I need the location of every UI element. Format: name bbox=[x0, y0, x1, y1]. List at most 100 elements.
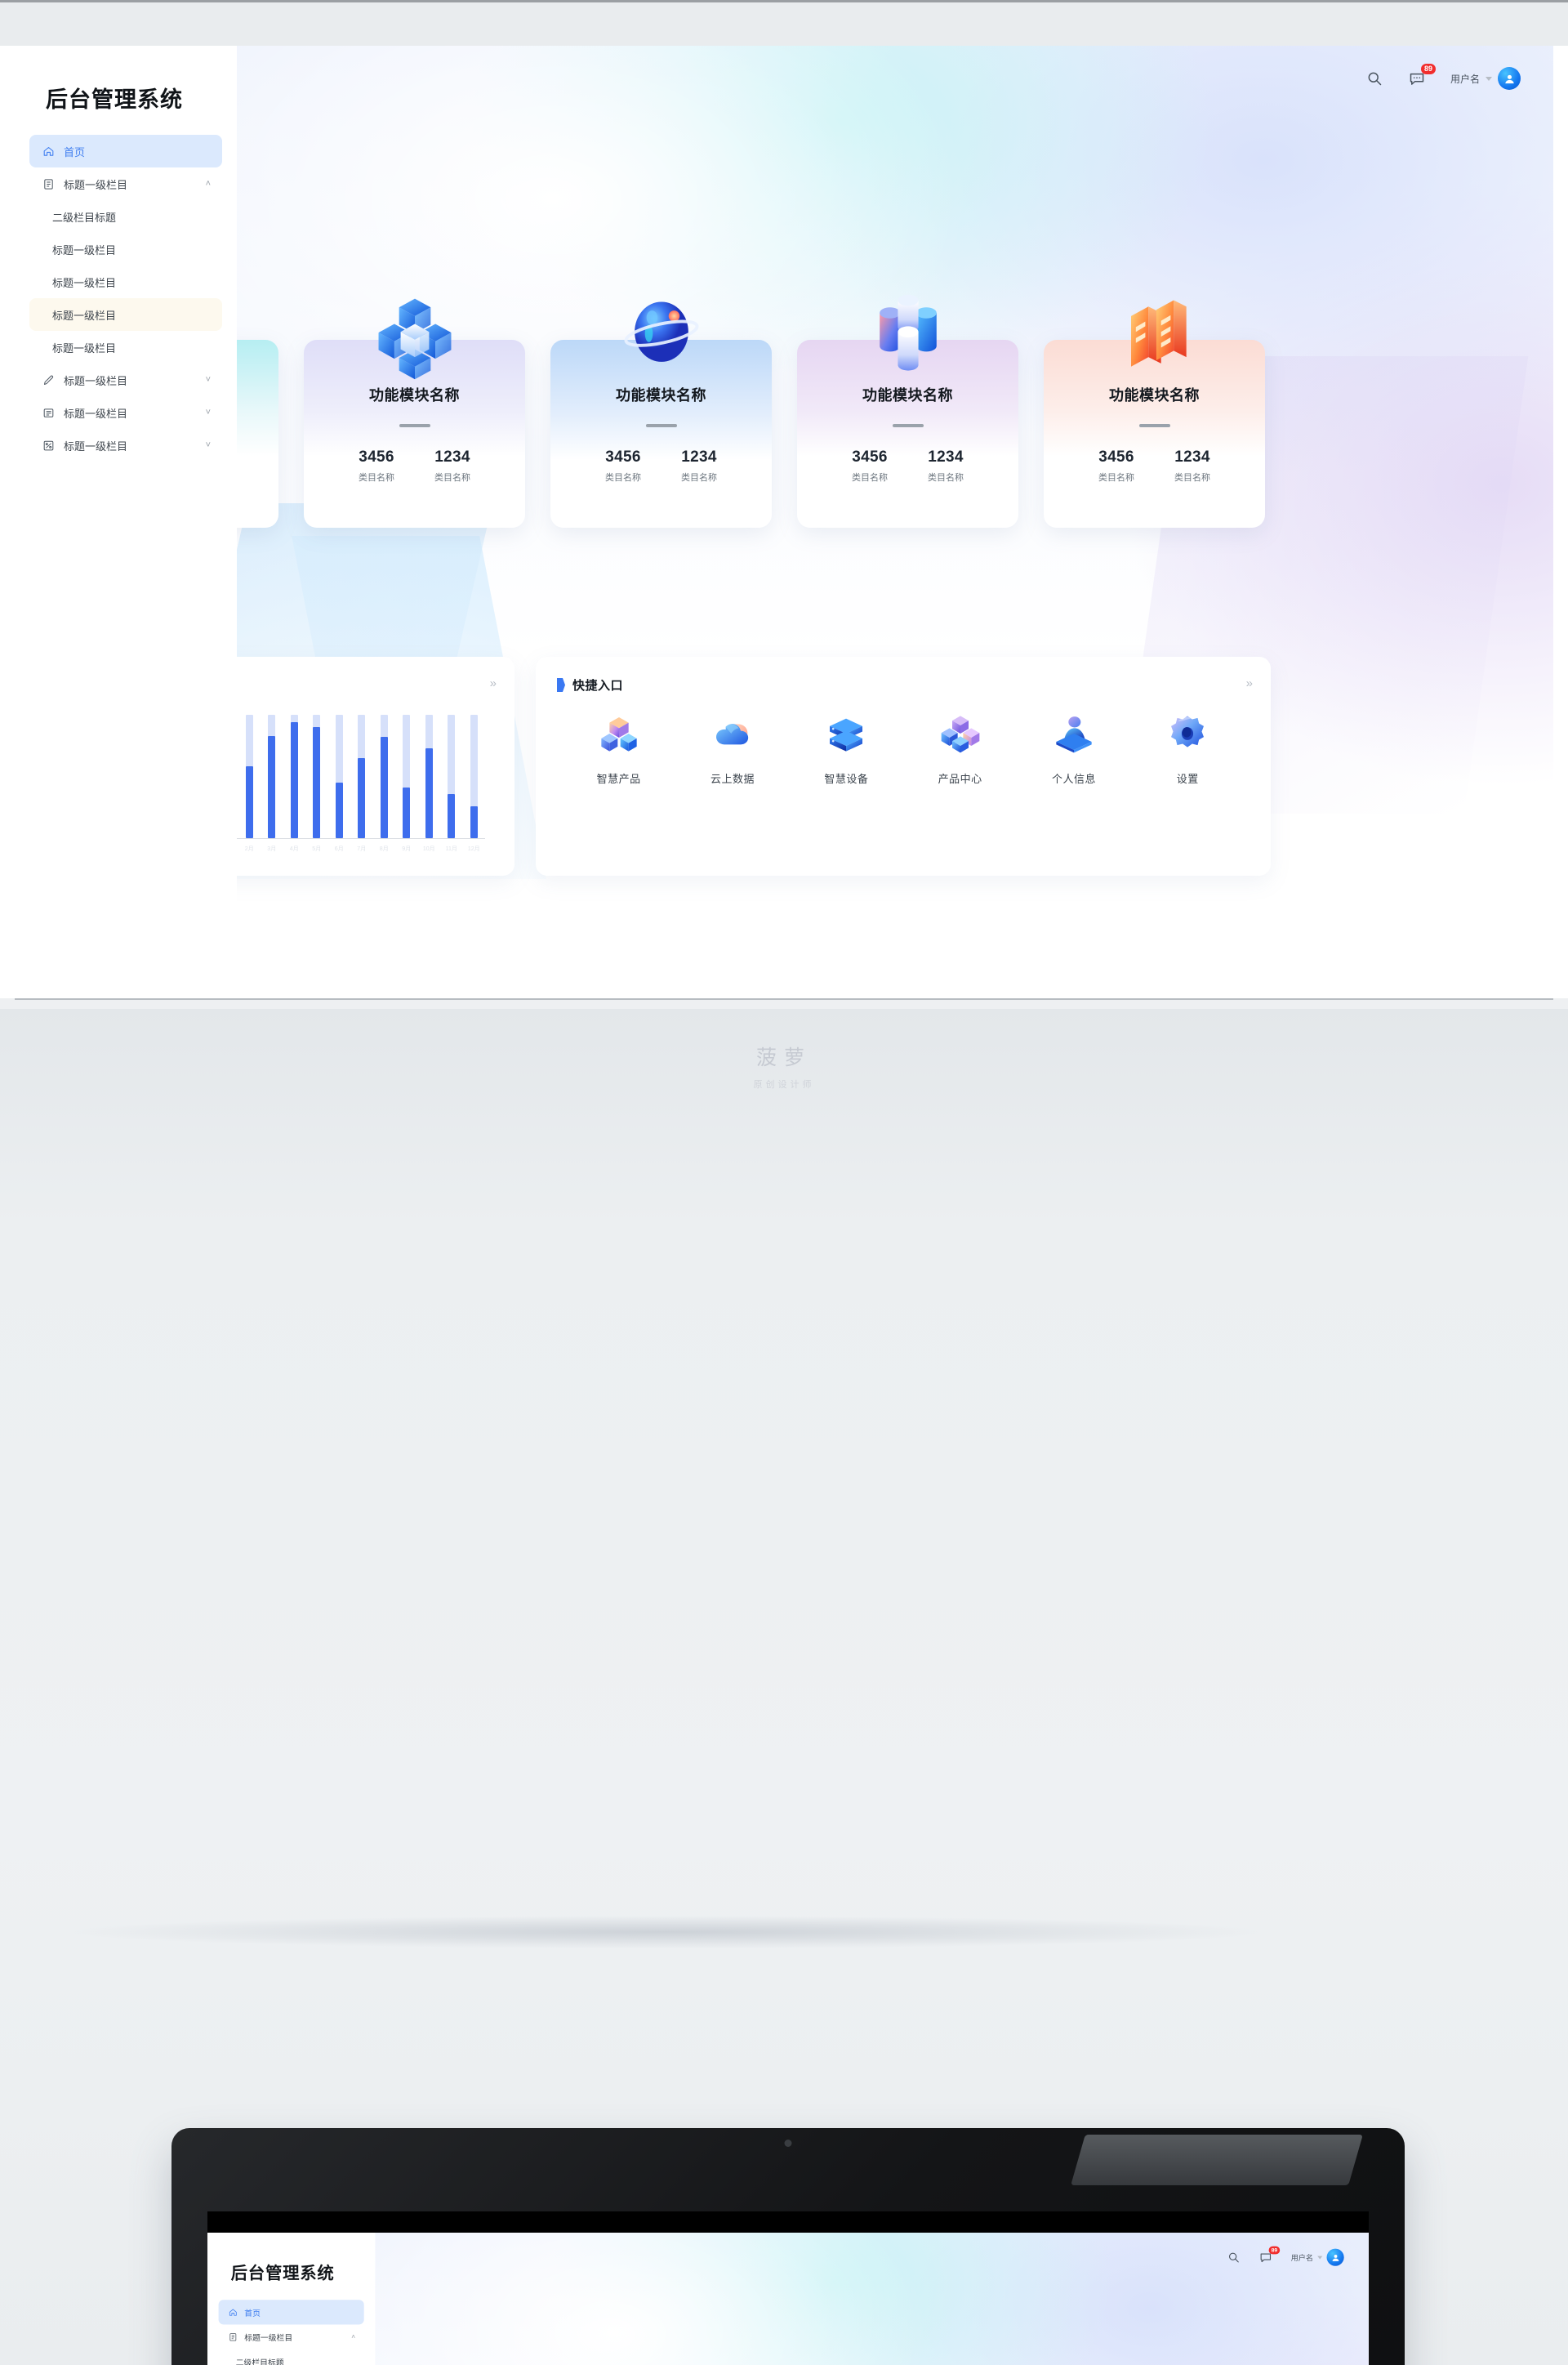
x-tick-3: 4月 bbox=[289, 846, 299, 852]
bar-fill bbox=[245, 766, 253, 838]
mini-user-menu[interactable]: 用户名 bbox=[1291, 2248, 1344, 2266]
sidebar-item-label: 标题一级栏目 bbox=[52, 243, 117, 257]
quick-entry-item-5[interactable]: 设置 bbox=[1131, 713, 1245, 786]
sidebar-item-0[interactable]: 首页 bbox=[218, 2300, 364, 2325]
feature-card-2[interactable]: 功能模块名称 3456 类目名称 1234 类目名称 bbox=[550, 301, 772, 528]
stat-label: 类目名称 bbox=[681, 473, 717, 483]
quick-entry-more-button[interactable]: » bbox=[1246, 676, 1253, 690]
showcase-section: 菠萝 原创设计师 后台管理系统 首页 标题一级栏目 ˄ 二级栏目标题 89 用户… bbox=[0, 1009, 1568, 2365]
app-brand-title: 后台管理系统 bbox=[46, 87, 183, 112]
avatar[interactable] bbox=[1326, 2248, 1344, 2266]
stat-label: 类目名称 bbox=[605, 473, 641, 483]
quick-entry-item-3[interactable]: 产品中心 bbox=[903, 713, 1017, 786]
sidebar-item-label: 首页 bbox=[244, 2308, 261, 2318]
x-tick-8: 9月 bbox=[402, 846, 412, 852]
x-tick-10: 11月 bbox=[445, 846, 457, 852]
card-divider bbox=[645, 424, 677, 427]
chart-bar-2 bbox=[261, 715, 283, 838]
x-tick-1: 2月 bbox=[244, 846, 254, 852]
sidebar-item-label: 二级栏目标题 bbox=[52, 211, 117, 224]
chart-bar-8 bbox=[395, 715, 418, 838]
sidebar-item-label: 标题一级栏目 bbox=[64, 440, 128, 453]
quick-entry-item-2[interactable]: 智慧设备 bbox=[790, 713, 903, 786]
chart-bar-3 bbox=[283, 715, 306, 838]
laptop-lid-highlight bbox=[1071, 2135, 1363, 2185]
bar-track bbox=[245, 715, 253, 838]
dashboard-preview: 后台管理系统 首页 标题一级栏目 ˄ 二级栏目标题 标题一级栏目 标题一级栏目 标题一级栏目… bbox=[0, 46, 1568, 998]
bar-fill bbox=[290, 722, 298, 838]
feature-card-4[interactable]: 功能模块名称 3456 类目名称 1234 类目名称 bbox=[1044, 300, 1265, 528]
message-icon[interactable]: 89 bbox=[1408, 64, 1436, 87]
chart-bar-10 bbox=[440, 715, 463, 838]
stat-value: 1234 bbox=[1174, 448, 1210, 466]
stat-label: 类目名称 bbox=[359, 473, 394, 483]
data-center-more-button[interactable]: » bbox=[490, 676, 497, 690]
quick-entry-label: 云上数据 bbox=[710, 773, 755, 785]
feature-card-1[interactable]: 功能模块名称 3456 类目名称 1234 类目名称 bbox=[304, 298, 525, 528]
chevron-icon: ˅ bbox=[205, 407, 211, 417]
document-icon bbox=[41, 176, 56, 191]
feature-card-stats: 3456 类目名称 1234 类目名称 bbox=[797, 448, 1018, 484]
quick-entry-item-0[interactable]: 智慧产品 bbox=[562, 713, 675, 786]
avatar[interactable] bbox=[1498, 67, 1521, 90]
feature-card-stats: 3456 类目名称 1234 类目名称 bbox=[1044, 448, 1265, 484]
bar-fill bbox=[358, 757, 366, 838]
bar-fill bbox=[313, 727, 321, 838]
sidebar-item-9[interactable]: 标题一级栏目 ˅ bbox=[29, 429, 222, 462]
chevron-icon: ˄ bbox=[351, 2332, 356, 2340]
x-tick-9: 10月 bbox=[422, 846, 435, 852]
screen-letterbox bbox=[207, 2211, 1369, 2233]
feature-card-title: 功能模块名称 bbox=[1109, 387, 1200, 404]
user-menu[interactable]: 用户名 bbox=[1450, 67, 1521, 90]
stat-block: 3456 类目名称 bbox=[1098, 448, 1134, 484]
sidebar-item-5[interactable]: 标题一级栏目 bbox=[29, 298, 222, 331]
sidebar-item-0[interactable]: 首页 bbox=[29, 135, 222, 167]
bar-track bbox=[403, 715, 411, 838]
sidebar-item-2[interactable]: 二级栏目标题 bbox=[29, 200, 222, 233]
quick-entry-label: 智慧设备 bbox=[824, 773, 869, 785]
stat-label: 类目名称 bbox=[434, 473, 470, 483]
sidebar-item-4[interactable]: 标题一级栏目 bbox=[29, 266, 222, 298]
laptop-mockup: 后台管理系统 首页标题一级栏目˄二级栏目标题标题一级栏目标题一级栏目标题一级栏目… bbox=[122, 2128, 1454, 2365]
laptop-lid: 后台管理系统 首页标题一级栏目˄二级栏目标题标题一级栏目标题一级栏目标题一级栏目… bbox=[172, 2128, 1405, 2365]
quick-entry-header: 快捷入口 bbox=[557, 676, 1250, 694]
top-gray-band bbox=[0, 0, 1568, 46]
stat-block: 1234 类目名称 bbox=[928, 448, 964, 484]
quick-entry-item-4[interactable]: 个人信息 bbox=[1017, 713, 1130, 786]
search-icon[interactable] bbox=[1227, 2251, 1241, 2265]
stat-label: 类目名称 bbox=[852, 473, 888, 483]
personal-info-icon bbox=[1054, 713, 1094, 754]
transaction-bar-chart: 1月2月3月4月5月6月7月8月9月10月11月12月 bbox=[216, 715, 485, 853]
bar-track bbox=[470, 715, 478, 838]
quick-entry-item-1[interactable]: 云上数据 bbox=[675, 713, 789, 786]
stat-block: 1234 类目名称 bbox=[681, 448, 717, 484]
feature-card-3[interactable]: 功能模块名称 3456 类目名称 1234 类目名称 bbox=[797, 294, 1018, 528]
search-icon[interactable] bbox=[1365, 69, 1383, 87]
watermark-subtitle: 原创设计师 bbox=[753, 1080, 815, 1090]
chart-bar-6 bbox=[350, 715, 373, 838]
x-tick-7: 8月 bbox=[379, 846, 389, 852]
home-icon bbox=[41, 144, 56, 158]
sidebar-item-7[interactable]: 标题一级栏目 ˅ bbox=[29, 364, 222, 396]
page-root: 后台管理系统 首页 标题一级栏目 ˄ 二级栏目标题 标题一级栏目 标题一级栏目 标题一级栏目… bbox=[0, 0, 1568, 2365]
quick-entry-title: 快捷入口 bbox=[572, 679, 624, 693]
quick-entry-label: 智慧产品 bbox=[596, 773, 641, 785]
bar-fill bbox=[335, 783, 343, 838]
smart-product-icon bbox=[599, 713, 639, 754]
bar-fill bbox=[470, 805, 478, 838]
bar-fill bbox=[268, 735, 276, 838]
sidebar-item-3[interactable]: 标题一级栏目 bbox=[29, 233, 222, 266]
sidebar-item-1[interactable]: 标题一级栏目 ˄ bbox=[29, 167, 222, 200]
sidebar-item-2[interactable]: 二级栏目标题 bbox=[219, 2349, 364, 2365]
mini-sidebar: 后台管理系统 首页标题一级栏目˄二级栏目标题标题一级栏目标题一级栏目标题一级栏目… bbox=[207, 2233, 376, 2365]
sidebar-item-label: 标题一级栏目 bbox=[52, 309, 117, 322]
sidebar-item-8[interactable]: 标题一级栏目 ˅ bbox=[29, 396, 222, 429]
stat-label: 类目名称 bbox=[1174, 473, 1210, 483]
bar-track bbox=[290, 715, 298, 838]
message-icon[interactable]: 89 bbox=[1259, 2246, 1281, 2265]
sidebar-item-6[interactable]: 标题一级栏目 bbox=[29, 331, 222, 364]
sidebar-item-1[interactable]: 标题一级栏目 ˄ bbox=[219, 2324, 364, 2349]
feature-card-title: 功能模块名称 bbox=[616, 387, 706, 404]
stat-block: 1234 类目名称 bbox=[1174, 448, 1210, 484]
x-tick-4: 5月 bbox=[312, 846, 322, 852]
